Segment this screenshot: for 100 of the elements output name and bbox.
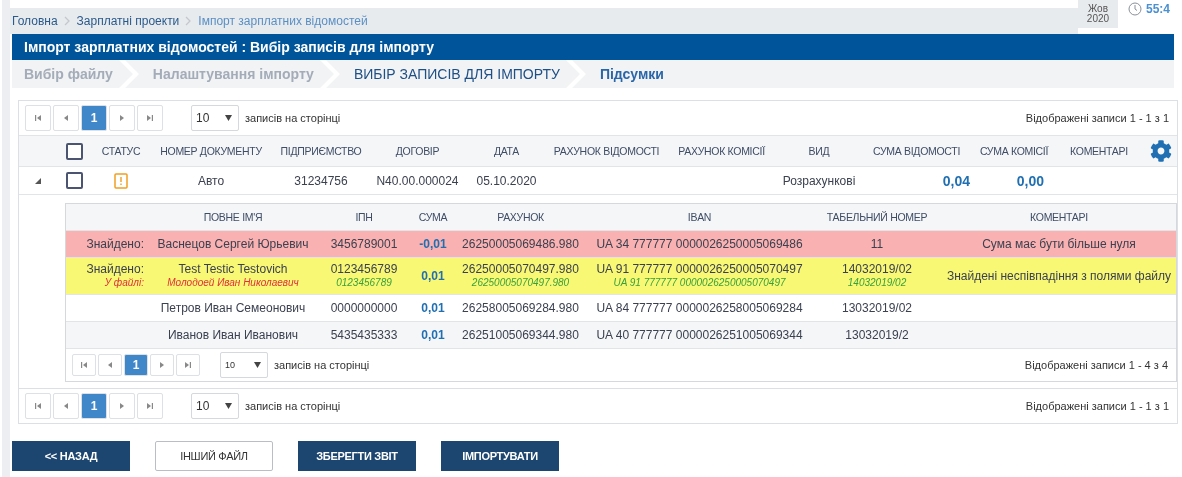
table-cell: Иванов Иван Иванович xyxy=(167,328,299,342)
wizard-step[interactable]: Підсумки xyxy=(593,60,698,88)
table-cell: 26250005069486.980 xyxy=(462,237,579,251)
last-page-button[interactable] xyxy=(137,393,163,419)
column-header: ДОГОВІР xyxy=(394,145,441,157)
wizard-step[interactable]: ВИБІР ЗАПИСІВ ДЛЯ ІМПОРТУ xyxy=(347,60,594,88)
step-chevron-icon xyxy=(319,60,342,88)
table-cell: UA 91 777777 0000026250005070497 xyxy=(596,262,803,276)
row-checkbox[interactable] xyxy=(65,172,83,189)
previous-page-icon xyxy=(62,402,70,410)
table-cell-text: 31234756 xyxy=(293,173,349,188)
expand-toggle-icon[interactable] xyxy=(35,177,41,184)
last-page-icon xyxy=(184,361,192,369)
table-cell: 26258005069284.980 xyxy=(462,301,579,315)
file-value: 0123456789 xyxy=(336,276,392,290)
breadcrumb-link[interactable]: Головна xyxy=(12,14,58,28)
table-cell-text: Авто xyxy=(196,173,226,188)
dropdown-caret-icon xyxy=(225,115,232,121)
table-cell-text: -0,01 xyxy=(418,237,448,251)
table-cell-text: 0,00 xyxy=(1015,172,1045,189)
first-page-button[interactable] xyxy=(25,393,51,419)
records-summary: Відображені записи 1 - 1 з 1 xyxy=(1025,400,1169,412)
column-header: IBAN xyxy=(686,211,713,223)
file-value: 26250005070497.980 xyxy=(471,276,570,290)
table-cell: 0000000000 xyxy=(330,301,398,315)
table-cell-text: 0,04 xyxy=(941,172,971,189)
table-cell: 13032019/02 xyxy=(841,301,913,315)
breadcrumb-separator-icon xyxy=(185,16,193,26)
file-value: Молодоей Иван Николаевич xyxy=(167,276,299,290)
next-page-icon xyxy=(158,361,166,369)
per-page-label: записів на сторінці xyxy=(274,359,370,371)
previous-page-icon xyxy=(62,114,70,122)
action-button[interactable]: << НАЗАД xyxy=(12,441,130,471)
select-all-checkbox[interactable] xyxy=(65,142,83,160)
table-cell: Васнецов Сергей Юрьевич xyxy=(157,237,309,251)
table-cell-text: N40.00.000024 xyxy=(375,173,460,188)
per-page-label: записів на сторінці xyxy=(245,112,341,124)
table-cell-text: 0,01 xyxy=(420,328,446,342)
table-cell: 26250005070497.980 xyxy=(462,262,579,276)
column-header: РАХУНОК xyxy=(496,211,545,223)
records-summary: Відображені записи 1 - 4 з 4 xyxy=(1024,359,1168,371)
table-cell-text: 0,01 xyxy=(420,301,446,315)
column-header: ІПН xyxy=(354,211,374,223)
next-page-icon xyxy=(118,402,126,410)
first-page-icon xyxy=(34,114,42,122)
page-button[interactable]: 1 xyxy=(81,393,107,419)
page-size-select[interactable]: 10 xyxy=(191,393,239,419)
table-cell: 26251005069344.980 xyxy=(462,328,579,342)
column-header: СУМА КОМІСІЇ xyxy=(978,145,1050,157)
dropdown-caret-icon xyxy=(254,362,261,368)
column-header: СТАТУС xyxy=(100,145,142,157)
last-page-button[interactable] xyxy=(137,105,163,131)
first-page-button[interactable] xyxy=(25,105,51,131)
table-cell-text: 0,01 xyxy=(420,269,446,283)
found-label: Знайдено: xyxy=(86,237,144,251)
table-cell: 5435435333 xyxy=(330,328,398,342)
per-page-label: записів на сторінці xyxy=(245,400,341,412)
table-cell: UA 34 777777 0000026250005069486 xyxy=(596,237,803,251)
page-button[interactable]: 1 xyxy=(124,354,148,376)
previous-page-icon xyxy=(106,361,114,369)
table-cell: Test Testic Testovich xyxy=(178,262,288,276)
column-header: НОМЕР ДОКУМЕНТУ xyxy=(159,145,263,157)
page-size-select[interactable]: 10 xyxy=(191,105,239,131)
first-page-button[interactable] xyxy=(72,354,96,376)
settings-icon[interactable] xyxy=(1149,140,1172,162)
column-header: ВИД xyxy=(807,145,831,157)
page-button[interactable]: 1 xyxy=(81,105,107,131)
action-button[interactable]: ІНШИЙ ФАЙЛ xyxy=(155,441,273,471)
breadcrumb-link[interactable]: Зарплатні проекти xyxy=(76,14,180,28)
table-cell: 0123456789 xyxy=(330,262,398,276)
table-cell: Сума має бути більше нуля xyxy=(982,237,1136,251)
table-cell: 14032019/02 xyxy=(841,262,913,276)
action-button[interactable]: ІМПОРТУВАТИ xyxy=(441,441,559,471)
last-page-icon xyxy=(146,402,154,410)
table-cell: UA 84 777777 0000026258005069284 xyxy=(596,301,803,315)
file-value: 14032019/02 xyxy=(847,276,907,290)
year-label: 2020 xyxy=(1086,14,1110,24)
step-chevron-icon xyxy=(565,60,588,88)
last-page-button[interactable] xyxy=(176,354,200,376)
records-summary: Відображені записи 1 - 1 з 1 xyxy=(1025,112,1169,124)
table-cell: Знайдені неспівпадіння з полями файлу xyxy=(946,269,1172,283)
table-cell: Петров Иван Семеонович xyxy=(160,301,306,315)
column-header: КОМЕНТАРІ xyxy=(1069,145,1129,157)
column-header: ПОВНЕ ІМ'Я xyxy=(202,211,264,223)
table-cell-text: Розрахункові xyxy=(781,173,857,188)
previous-page-button[interactable] xyxy=(98,354,122,376)
next-page-button[interactable] xyxy=(150,354,174,376)
next-page-icon xyxy=(118,114,126,122)
column-header: РАХУНОК ВІДОМОСТІ xyxy=(552,145,661,157)
clock-icon xyxy=(1127,2,1142,16)
file-value: UA 91 777777 0000026250005070497 xyxy=(613,276,786,290)
page-size-select[interactable]: 10 xyxy=(220,352,268,378)
breadcrumb-separator-icon xyxy=(63,16,71,26)
column-header: СУМА ВІДОМОСТІ xyxy=(871,145,962,157)
table-cell-text: 05.10.2020 xyxy=(475,173,538,188)
step-chevron-icon xyxy=(118,60,141,88)
action-button[interactable]: ЗБЕРЕГТИ ЗВІТ xyxy=(298,441,416,471)
column-header: ПІДПРИЄМСТВО xyxy=(279,145,363,157)
in-file-label: У файлі: xyxy=(104,276,144,290)
table-cell: 3456789001 xyxy=(330,237,398,251)
